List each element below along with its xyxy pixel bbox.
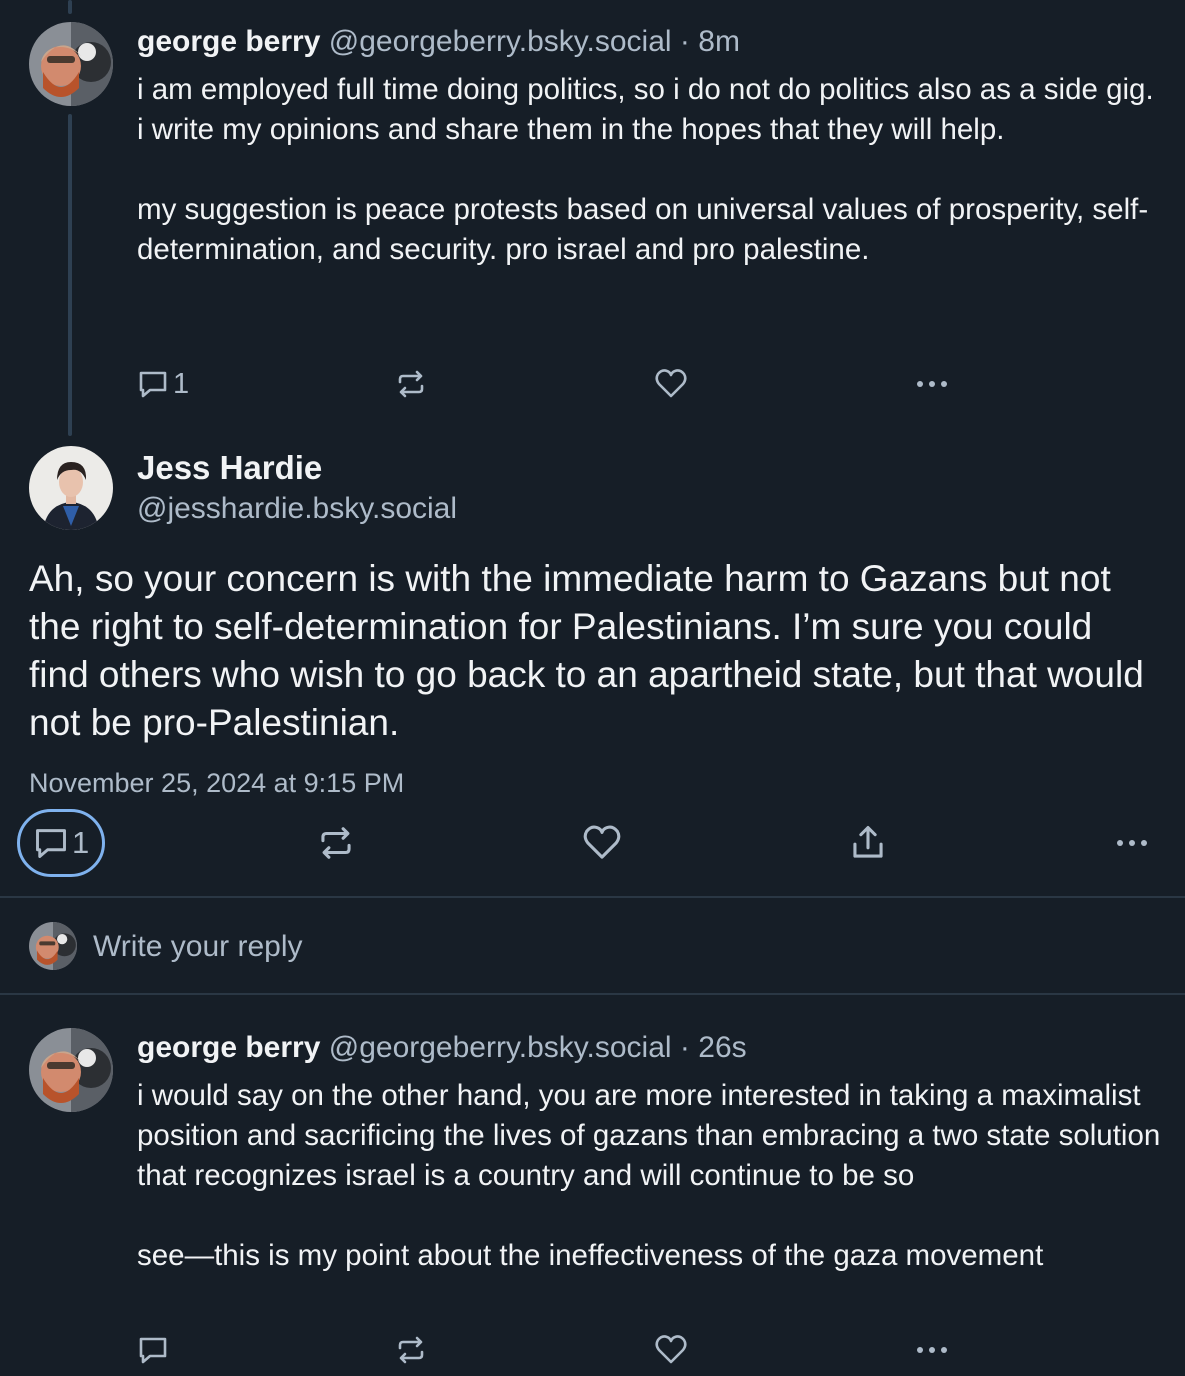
post-actions: 1 xyxy=(137,364,957,404)
repost-icon xyxy=(398,370,424,398)
post-actions xyxy=(137,1330,957,1370)
avatar[interactable] xyxy=(29,1028,113,1112)
compose-avatar xyxy=(29,922,77,970)
author-handle[interactable]: @jesshardie.bsky.social xyxy=(137,489,457,529)
more-options-button[interactable] xyxy=(914,1330,950,1370)
heart-icon xyxy=(583,825,621,859)
repost-button[interactable] xyxy=(395,1330,427,1370)
author-handle[interactable]: @georgeberry.bsky.social xyxy=(329,1031,672,1064)
post-text: i am employed full time doing politics, … xyxy=(137,73,1154,266)
more-options-button[interactable] xyxy=(1113,808,1151,878)
share-icon xyxy=(853,826,883,858)
post-actions: 1 xyxy=(0,808,1185,878)
like-button[interactable] xyxy=(582,808,622,878)
heart-icon xyxy=(655,1335,687,1364)
author-handle[interactable]: @georgeberry.bsky.social xyxy=(329,25,672,58)
reply-icon xyxy=(139,1337,167,1364)
post-time[interactable]: 26s xyxy=(698,1031,746,1064)
repost-icon xyxy=(398,1336,424,1364)
avatar-image xyxy=(29,1028,113,1112)
ellipsis-icon xyxy=(1117,840,1147,846)
ellipsis-icon xyxy=(917,1347,947,1353)
avatar[interactable] xyxy=(29,446,113,530)
like-button[interactable] xyxy=(654,1330,688,1370)
share-button[interactable] xyxy=(849,808,887,878)
reply-button[interactable]: 1 xyxy=(137,364,189,404)
reply-icon xyxy=(139,371,167,398)
reply-icon xyxy=(36,829,66,858)
avatar[interactable] xyxy=(29,22,113,106)
separator-dot: · xyxy=(679,25,690,58)
reply-button[interactable]: 1 xyxy=(32,808,89,878)
repost-button[interactable] xyxy=(317,808,355,878)
post-text: i would say on the other hand, you are m… xyxy=(137,1079,1161,1272)
author-name[interactable]: Jess Hardie xyxy=(137,448,322,488)
author-name[interactable]: george berry xyxy=(137,25,320,58)
reply-button[interactable] xyxy=(137,1330,173,1370)
post-time[interactable]: 8m xyxy=(698,25,740,58)
author-name[interactable]: george berry xyxy=(137,1031,320,1064)
avatar-image xyxy=(29,22,113,106)
post-timestamp[interactable]: November 25, 2024 at 9:15 PM xyxy=(29,763,404,803)
heart-icon xyxy=(655,369,687,398)
avatar-image xyxy=(29,446,113,530)
reply-count: 1 xyxy=(173,367,190,400)
repost-button[interactable] xyxy=(395,364,427,404)
more-options-button[interactable] xyxy=(914,364,950,404)
reply-compose-input[interactable]: Write your reply xyxy=(93,927,303,967)
thread-line xyxy=(68,114,72,436)
post-text: Ah, so your concern is with the immediat… xyxy=(29,558,1144,743)
reply-count: 1 xyxy=(72,825,90,860)
avatar-image xyxy=(29,922,77,970)
separator-dot: · xyxy=(679,1031,690,1064)
repost-icon xyxy=(321,827,351,859)
thread-line-top xyxy=(68,0,72,14)
post-header: george berry @georgeberry.bsky.social · … xyxy=(137,1028,747,1068)
like-button[interactable] xyxy=(654,364,688,404)
divider xyxy=(0,993,1185,995)
divider xyxy=(0,896,1185,898)
ellipsis-icon xyxy=(917,381,947,387)
post-header: george berry @georgeberry.bsky.social · … xyxy=(137,22,740,62)
